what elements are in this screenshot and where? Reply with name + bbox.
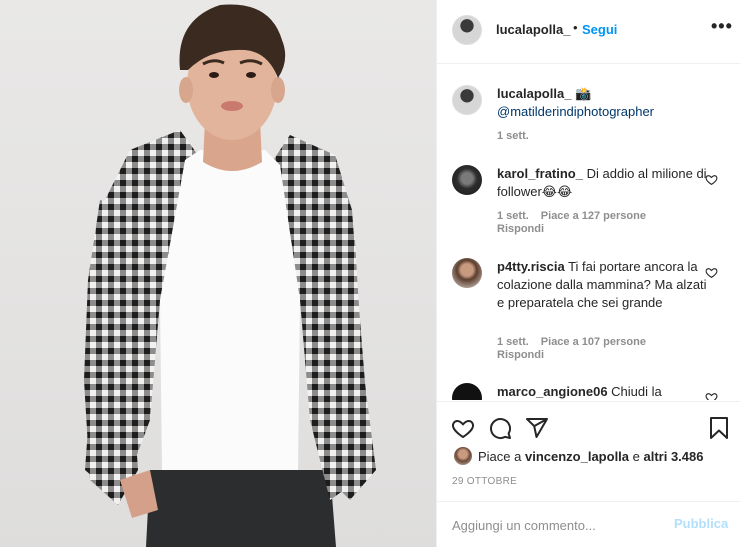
caption-avatar[interactable] [452,85,482,115]
caption-text: lucalapolla_ 📸 @matilderindiphotographer [497,85,711,121]
comment-body: Chiudi la [611,384,662,399]
follow-button[interactable]: Segui [582,22,617,37]
likes-others-count[interactable]: altri 3.486 [644,449,704,464]
comment-meta: 1 sett. Piace a 107 persone [497,336,646,348]
caption-time: 1 sett. [497,130,529,142]
publish-button[interactable]: Pubblica [674,516,728,531]
reply-button[interactable]: Rispondi [497,223,544,235]
post-header: lucalapolla_ • Segui ••• [437,0,740,64]
liker-username[interactable]: vincenzo_lapolla [525,449,629,464]
paper-plane-icon[interactable] [525,416,549,440]
comment-likes-count[interactable]: Piace a 127 persone [541,210,646,222]
person-photo-illustration [84,4,376,547]
comment-like-heart-icon[interactable] [705,391,718,400]
comment-like-heart-icon[interactable] [705,173,718,186]
comment-text: p4tty.riscia Ti fai portare ancora la co… [497,258,711,312]
comment-avatar[interactable] [452,258,482,288]
author-username[interactable]: lucalapolla_ [496,22,570,37]
post-actions: Piace a vincenzo_lapolla e altri 3.486 2… [437,401,740,501]
post-date[interactable]: 29 OTTOBRE [452,476,517,487]
likes-summary: Piace a vincenzo_lapolla e altri 3.486 [478,449,704,464]
comment-username[interactable]: marco_angione06 [497,384,608,399]
comment-meta: 1 sett. Piace a 127 persone [497,210,646,222]
heart-icon[interactable] [451,416,475,440]
comment-text: karol_fratino_ Di addio al milione di fo… [497,165,711,201]
caption-username[interactable]: lucalapolla_ [497,86,571,101]
camera-emoji: 📸 [575,86,592,101]
comment-icon[interactable] [488,416,512,440]
reply-button[interactable]: Rispondi [497,349,544,361]
comment-username[interactable]: p4tty.riscia [497,259,565,274]
more-options-icon[interactable]: ••• [711,16,733,37]
separator-dot: • [573,20,578,35]
caption-mention[interactable]: @matilderindiphotographer [497,104,654,119]
comment-input[interactable] [452,514,662,536]
bookmark-icon[interactable] [707,416,731,440]
comment-like-heart-icon[interactable] [705,266,718,279]
comment-text: marco_angione06 Chiudi la [497,383,711,400]
comment-composer: Pubblica [437,501,740,547]
comment-likes-count[interactable]: Piace a 107 persone [541,336,646,348]
comment-username[interactable]: karol_fratino_ [497,166,583,181]
comment-avatar[interactable] [452,165,482,195]
post-photo[interactable] [0,0,436,547]
comment-avatar[interactable] [452,383,482,400]
comments-list[interactable]: lucalapolla_ 📸 @matilderindiphotographer… [437,65,740,400]
author-avatar[interactable] [452,15,482,45]
post-side-panel: lucalapolla_ • Segui ••• lucalapolla_ 📸 … [436,0,740,547]
liker-avatar[interactable] [454,447,472,465]
